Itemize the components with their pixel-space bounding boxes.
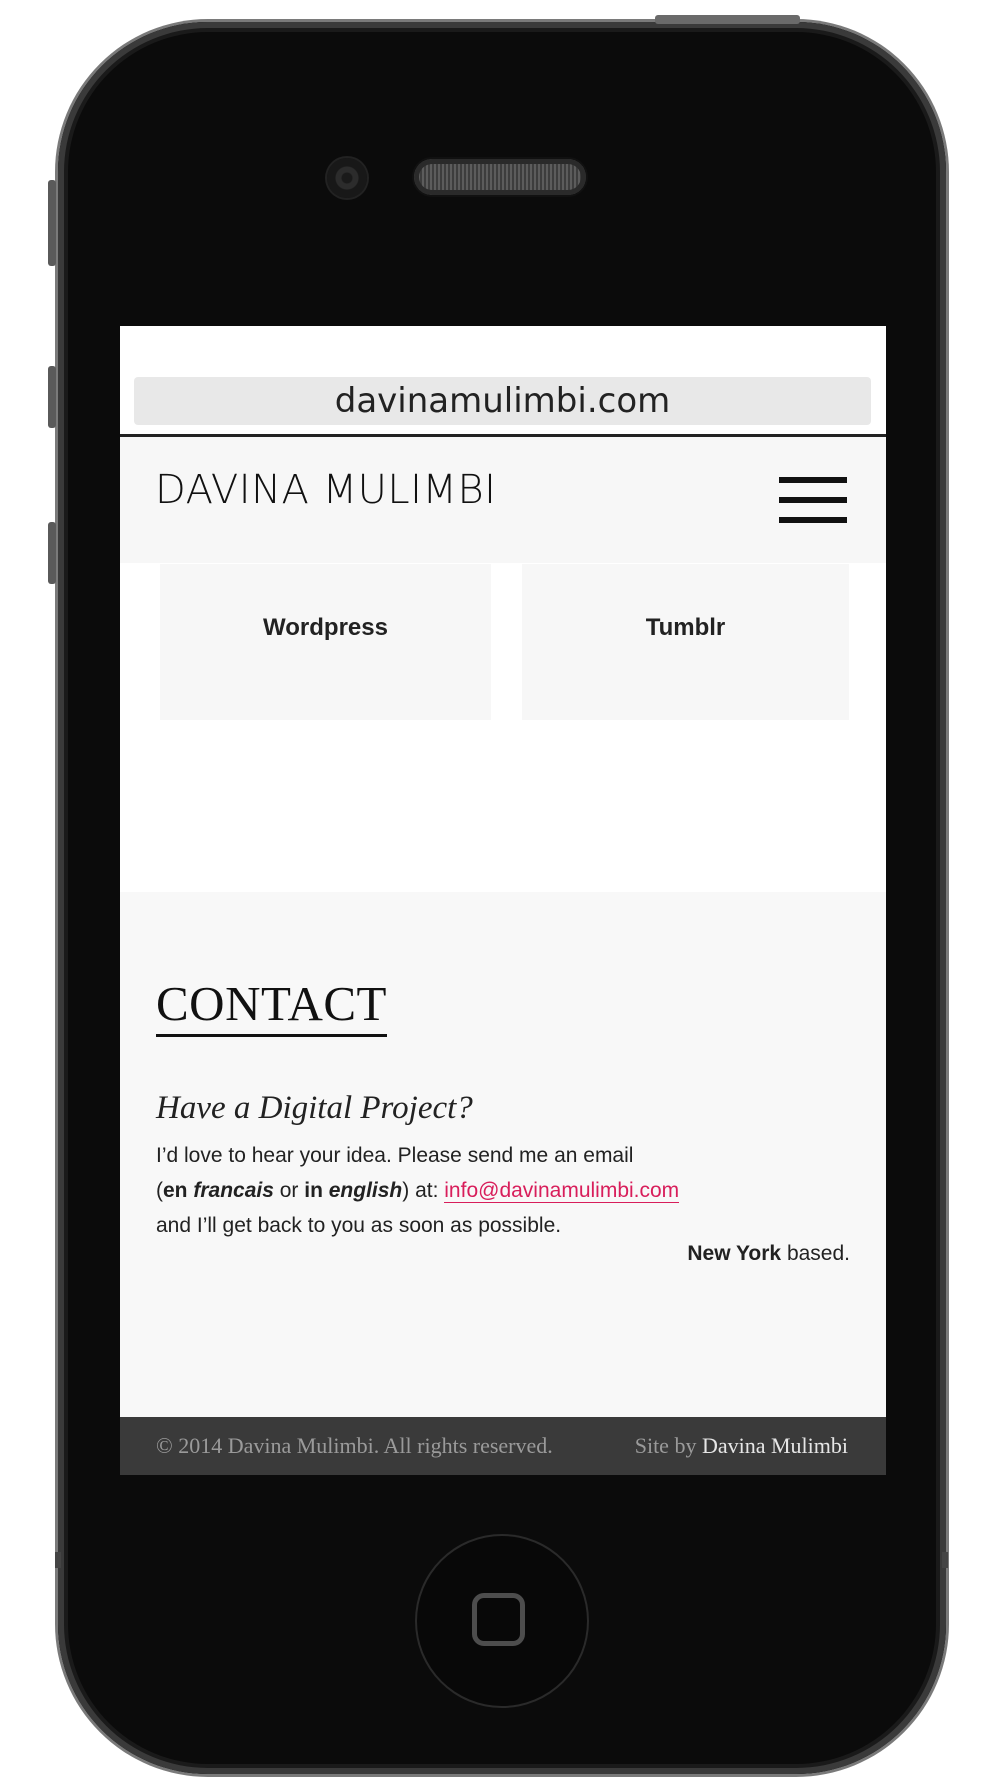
hamburger-menu-icon[interactable] [779,477,847,525]
card-label: Tumblr [645,614,726,641]
lang-in: in [304,1179,329,1202]
menu-bar [779,477,847,483]
address-bar[interactable]: davinamulimbi.com [134,377,871,425]
phone-side-notch [942,1552,948,1568]
siteby-prefix: Site by [634,1433,702,1458]
site-footer: © 2014 Davina Mulimbi. All rights reserv… [120,1417,886,1475]
copyright-text: © 2014 Davina Mulimbi. All rights reserv… [156,1433,553,1458]
contact-line-3: and I’ll get back to you as soon as poss… [156,1214,562,1237]
site-logo[interactable]: DAVINA MULIMBI [155,467,496,513]
earpiece-speaker [414,159,586,195]
phone-side-notch [55,1552,61,1568]
tumblr-card[interactable]: Tumblr [522,564,849,720]
menu-bar [779,517,847,523]
paren-open: ( [156,1179,163,1202]
at-text: ) at: [402,1179,445,1202]
mute-switch [48,180,56,266]
location-text: New York based. [687,1242,850,1266]
power-button [655,15,800,24]
wordpress-card[interactable]: Wordpress [160,564,491,720]
contact-line-1: I’d love to hear your idea. Please send … [156,1144,634,1167]
front-camera-icon [327,158,367,198]
lang-english: english [328,1179,403,1202]
contact-subheading: Have a Digital Project? [156,1090,473,1126]
location-city: New York [687,1242,782,1265]
email-link[interactable]: info@davinamulimbi.com [444,1179,680,1203]
site-credit: Site by Davina Mulimbi [635,1433,848,1459]
contact-line-2: (en francais or in english) at: info@dav… [156,1173,856,1208]
menu-bar [779,497,847,503]
siteby-link[interactable]: Davina Mulimbi [702,1433,848,1458]
card-label: Wordpress [263,614,388,641]
contact-text: I’d love to hear your idea. Please send … [156,1138,856,1243]
site-header: DAVINA MULIMBI [120,437,886,563]
home-square-icon [472,1593,525,1646]
location-suffix: based. [781,1242,850,1265]
lang-en: en [163,1179,194,1202]
volume-down-button [48,522,56,584]
volume-up-button [48,366,56,428]
contact-heading: CONTACT [156,976,387,1037]
phone-screen: davinamulimbi.com DAVINA MULIMBI Wordpre… [120,326,886,1475]
contact-section: CONTACT Have a Digital Project? I’d love… [120,892,886,1417]
lang-francais: francais [193,1179,274,1202]
or-text: or [273,1179,305,1202]
browser-chrome: davinamulimbi.com [120,326,886,437]
